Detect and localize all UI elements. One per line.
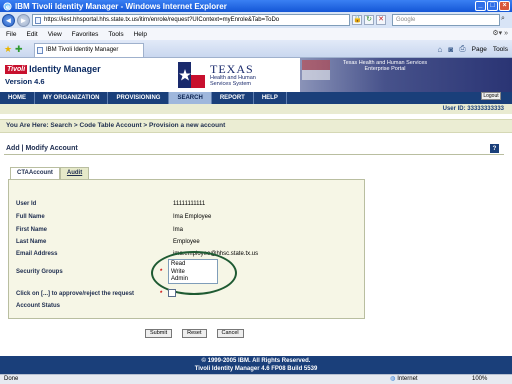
page-icon [35, 16, 41, 24]
menu-file[interactable]: File [6, 31, 16, 38]
cancel-button[interactable]: Cancel [216, 329, 244, 338]
help-icon[interactable]: ? [490, 144, 499, 153]
tivoli-badge: Tivoli [5, 64, 28, 74]
user-id-label: User Id [16, 201, 37, 207]
window-title-bar: e IBM Tivoli Identity Manager - Windows … [0, 0, 512, 12]
submit-button[interactable]: Submit [145, 329, 173, 338]
form-buttons: Submit Reset Cancel [145, 329, 244, 338]
product-name: Identity Manager [29, 64, 101, 74]
close-button[interactable]: × [499, 1, 510, 11]
texas-subtitle: Health and Human Services System [210, 75, 256, 87]
texas-star-logo [178, 62, 205, 88]
email-label: Email Address [16, 251, 58, 257]
toolbar-options-icon[interactable]: ⚙▾ » [492, 29, 508, 37]
last-name-label: Last Name [16, 239, 47, 245]
browser-tab-title: IBM Tivoli Identity Manager [46, 47, 119, 53]
zoom-level[interactable]: 100% [472, 375, 487, 384]
forward-button[interactable]: ► [17, 13, 30, 27]
svg-text:e: e [6, 4, 10, 11]
menu-favorites[interactable]: Favorites [72, 31, 99, 38]
security-groups-label: Security Groups [16, 269, 63, 275]
zone-label: Internet [397, 376, 418, 382]
first-name-value: Ima [173, 227, 184, 233]
tab-audit[interactable]: Audit [59, 167, 90, 179]
nav-help[interactable]: HELP [254, 92, 287, 104]
menu-bar: File Edit View Favorites Tools Help ⚙▾ » [0, 28, 512, 40]
refresh-icon[interactable]: ↻ [364, 15, 374, 25]
page-title: Add | Modify Account [6, 145, 78, 152]
last-name-value: Employee [173, 239, 200, 245]
row-user-id: User Id 11111111111 [9, 200, 366, 210]
page-menu[interactable]: Page [472, 46, 487, 53]
nav-my-organization[interactable]: MY ORGANIZATION [35, 92, 109, 104]
required-marker: * [160, 291, 163, 297]
approve-checkbox[interactable] [168, 289, 176, 297]
address-url: https://iest.hhsportal.hhs.state.tx.us/i… [44, 17, 280, 23]
feeds-icon[interactable]: ◙ [448, 45, 453, 54]
page-footer: © 1999-2005 IBM. All Rights Reserved. Ti… [0, 356, 512, 374]
search-input[interactable]: Google [392, 14, 500, 26]
nav-home[interactable]: HOME [0, 92, 35, 104]
logout-button[interactable]: Logout [481, 92, 501, 100]
app-banner: Tivoli Identity Manager Version 4.6 TEXA… [0, 58, 512, 92]
browser-tab[interactable]: IBM Tivoli Identity Manager [34, 43, 144, 57]
nav-search[interactable]: SEARCH [169, 92, 212, 104]
row-full-name: Full Name Ima Employee [9, 213, 366, 223]
full-name-label: Full Name [16, 214, 45, 220]
approve-label: Click on [...] to approve/reject the req… [16, 291, 135, 297]
nav-provisioning[interactable]: PROVISIONING [108, 92, 170, 104]
menu-view[interactable]: View [48, 31, 62, 38]
first-name-label: First Name [16, 227, 48, 233]
minimize-button[interactable]: _ [475, 1, 486, 11]
maximize-button[interactable]: □ [487, 1, 498, 11]
menu-help[interactable]: Help [134, 31, 147, 38]
title-divider [4, 154, 504, 155]
row-first-name: First Name Ima [9, 226, 366, 236]
menu-tools[interactable]: Tools [108, 31, 123, 38]
status-text: Done [4, 376, 19, 382]
tools-menu[interactable]: Tools [493, 46, 508, 53]
home-icon[interactable]: ⌂ [438, 45, 443, 54]
build-text: Tivoli Identity Manager 4.6 FP08 Build 5… [194, 366, 318, 372]
address-toolbar: ◄ ► https://iest.hhsportal.hhs.state.tx.… [0, 12, 512, 28]
annotation-ellipse [151, 251, 237, 295]
back-button[interactable]: ◄ [2, 13, 15, 27]
window-title: IBM Tivoli Identity Manager - Windows In… [15, 1, 227, 11]
product-version: Version 4.6 [5, 77, 45, 86]
row-last-name: Last Name Employee [9, 238, 366, 248]
ie-logo-icon: e [3, 1, 12, 11]
address-bar[interactable]: https://iest.hhsportal.hhs.state.tx.us/i… [32, 14, 350, 26]
menu-edit[interactable]: Edit [26, 31, 37, 38]
stop-icon[interactable]: ✕ [376, 15, 386, 25]
tab-page-icon [37, 47, 43, 54]
reset-button[interactable]: Reset [182, 329, 207, 338]
breadcrumb: You Are Here: Search > Code Table Accoun… [0, 119, 512, 133]
add-favorite-icon[interactable]: ✚ [15, 44, 23, 55]
security-zone: ◍ Internet [390, 375, 418, 384]
search-icon[interactable]: ⌕ [501, 15, 510, 25]
lock-icon[interactable]: 🔒 [352, 15, 362, 25]
print-icon[interactable]: ⎙ [459, 44, 465, 54]
full-name-value: Ima Employee [173, 214, 212, 220]
portal-flag-image [302, 60, 330, 80]
user-bar: User ID: 33333333333 [0, 104, 512, 114]
nav-report[interactable]: REPORT [212, 92, 254, 104]
row-account-status: Account Status [9, 302, 366, 312]
portal-title: Texas Health and Human Services Enterpri… [342, 60, 428, 72]
globe-icon: ◍ [390, 376, 396, 382]
user-id-label: User ID: 33333333333 [442, 106, 504, 112]
user-id-value: 11111111111 [173, 201, 206, 207]
copyright-text: © 1999-2005 IBM. All Rights Reserved. [201, 358, 311, 364]
browser-status-bar: Done ◍ Internet 100% [0, 374, 512, 384]
tivoli-logo: Tivoli Identity Manager [5, 64, 101, 74]
main-nav: HOME MY ORGANIZATION PROVISIONING SEARCH… [0, 92, 512, 104]
favorites-star-icon[interactable]: ★ [4, 44, 12, 55]
account-form-panel: User Id 11111111111 Full Name Ima Employ… [8, 179, 365, 319]
tab-ctaaccount[interactable]: CTAAccount [10, 167, 60, 179]
account-tabs: CTAAccount Audit [10, 167, 90, 179]
account-status-label: Account Status [16, 303, 61, 309]
tab-bar: ★ ✚ IBM Tivoli Identity Manager ⌂ ◙ ⎙ Pa… [0, 40, 512, 58]
